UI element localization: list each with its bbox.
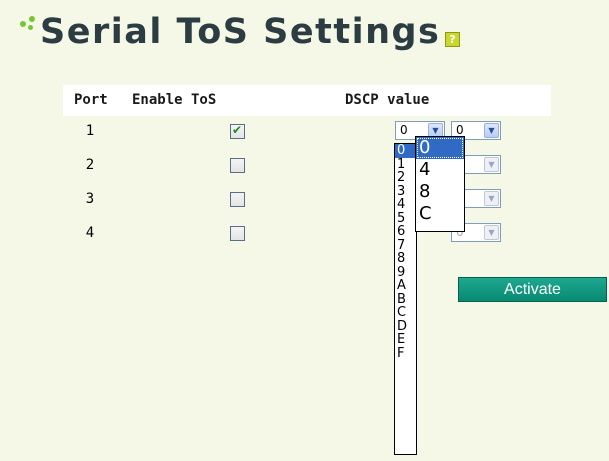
port-number: 3	[85, 191, 95, 207]
header-enable-tos: Enable ToS	[132, 92, 217, 108]
header-port: Port	[74, 92, 108, 108]
dropdown-option[interactable]: 7	[395, 238, 416, 253]
port-number: 2	[85, 157, 95, 173]
dropdown-option[interactable]: 8	[395, 252, 416, 266]
help-icon[interactable]: ?	[445, 32, 460, 47]
enable-tos-checkbox[interactable]	[230, 123, 245, 139]
enable-tos-checkbox[interactable]	[230, 192, 245, 207]
dropdown-option[interactable]: B	[395, 292, 416, 307]
dropdown-option[interactable]: 3	[395, 184, 416, 199]
dropdown-option[interactable]: F	[395, 346, 416, 361]
port-number: 1	[85, 123, 95, 139]
dropdown-option[interactable]: 8	[416, 181, 464, 203]
chevron-down-icon[interactable]: ▼	[484, 123, 499, 138]
dropdown-option[interactable]: 0	[395, 144, 416, 158]
dropdown-option[interactable]: 6	[395, 225, 416, 239]
page-title: Serial ToS Settings	[40, 12, 441, 52]
dropdown-option[interactable]: C	[416, 203, 464, 225]
activate-button[interactable]: Activate	[458, 277, 607, 302]
enable-tos-checkbox[interactable]	[230, 226, 245, 241]
dscp-low-options-list[interactable]: 048C	[415, 136, 465, 232]
enable-tos-checkbox[interactable]	[230, 158, 245, 173]
dropdown-option[interactable]: 2	[395, 171, 416, 185]
dropdown-option[interactable]: 0	[416, 137, 464, 159]
header-dscp-value: DSCP value	[345, 92, 430, 108]
dropdown-option[interactable]: 5	[395, 211, 416, 226]
dropdown-option[interactable]: 4	[416, 159, 464, 181]
dropdown-option[interactable]: 9	[395, 265, 416, 280]
dropdown-option[interactable]: E	[395, 333, 416, 347]
chevron-down-icon: ▼	[484, 191, 499, 206]
dropdown-option[interactable]: 1	[395, 157, 416, 172]
dropdown-option[interactable]: C	[395, 306, 416, 320]
port-number: 4	[85, 225, 95, 241]
dropdown-option[interactable]: 4	[395, 198, 416, 212]
chevron-down-icon: ▼	[484, 225, 499, 240]
dscp-high-options-list[interactable]: 0123456789ABCDEF	[394, 143, 417, 455]
dropdown-option[interactable]: A	[395, 279, 416, 293]
dropdown-option[interactable]: D	[395, 319, 416, 334]
bullet-dots-icon	[18, 14, 40, 36]
chevron-down-icon: ▼	[484, 157, 499, 172]
